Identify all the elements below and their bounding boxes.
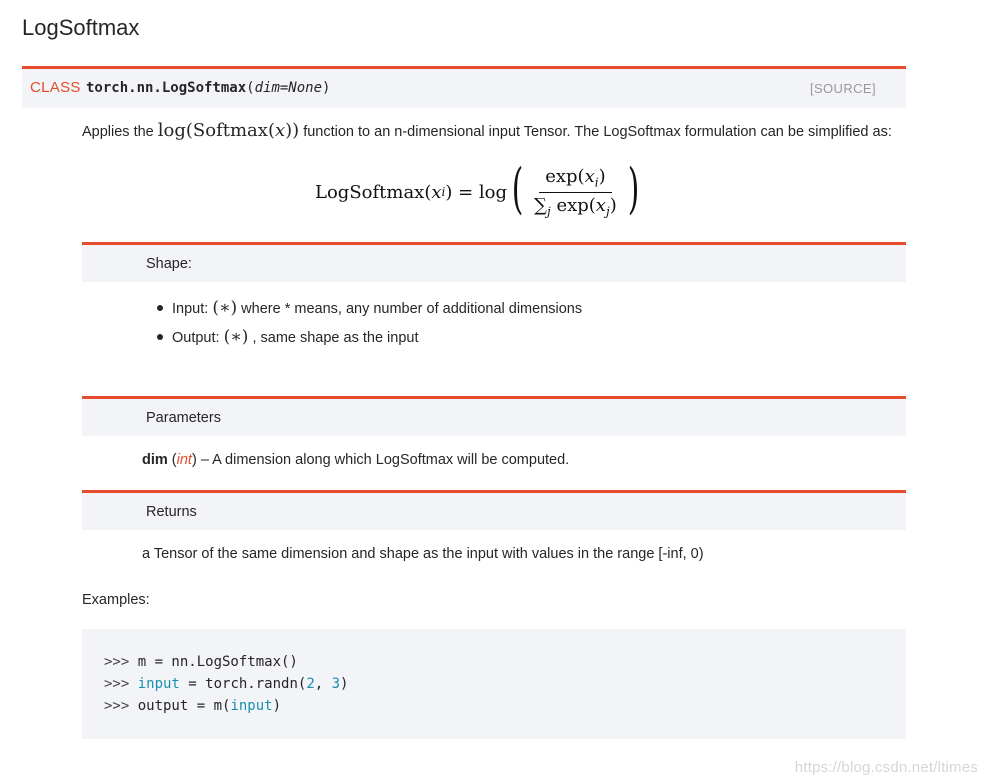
examples-label: Examples: [82,592,150,608]
param-type-link[interactable]: int [177,452,192,468]
formula-fraction: exp(xi) ∑j exp(xj) [530,166,621,218]
page-title: LogSoftmax [22,15,140,40]
formula: LogSoftmax(x i) = log ( exp(xi) ∑j exp(xj… [315,160,644,224]
code-line: >>> output = m(input) [104,698,282,714]
class-signature: torch.nn.LogSoftmax(dim=None) [86,80,330,96]
math-star: (∗) [212,298,238,318]
param-name: dim [142,452,168,468]
open-paren: ( [246,80,255,96]
returns-section-header: Returns [82,490,906,530]
class-param: dim=None [254,80,323,96]
math-star: (∗) [223,327,249,347]
list-item: Input: (∗) where * means, any number of … [157,296,582,325]
description-before: Applies the [82,124,158,140]
parameters-header-label: Parameters [146,410,221,426]
math-close: )) [285,120,300,141]
formula-denominator: ∑j exp(xj) [534,194,617,219]
description: Applies the log(Softmax(x)) function to … [82,120,892,141]
class-label: CLASS [30,79,81,96]
shape-list: Input: (∗) where * means, any number of … [157,296,582,354]
close-paren: ) [322,80,331,96]
sum-symbol: ∑ [534,194,547,216]
description-math: log(Softmax(x)) [158,120,299,141]
returns-text: a Tensor of the same dimension and shape… [142,546,704,562]
description-after: function to an n-dimensional input Tenso… [299,124,892,140]
formula-equals: = log [452,181,508,203]
returns-header-label: Returns [146,504,197,520]
formula-lhs-close: ) [445,181,453,203]
list-item: Output: (∗) , same shape as the input [157,325,582,354]
formula-lhs-var: x [431,181,442,203]
math-var: x [274,120,286,141]
formula-numerator: exp(xi) [539,166,612,193]
formula-lhs-name: LogSoftmax( [315,181,432,203]
shape-section-header: Shape: [82,242,906,282]
shape-header-label: Shape: [146,256,192,272]
math-open: (Softmax( [185,120,275,141]
class-name: torch.nn.LogSoftmax [86,80,247,96]
formula-left-paren: ( [511,157,524,220]
code-line: >>> m = nn.LogSoftmax() [104,654,298,670]
code-block[interactable]: >>> m = nn.LogSoftmax() >>> input = torc… [82,629,906,739]
class-header: CLASS torch.nn.LogSoftmax(dim=None) [SOU… [22,66,906,108]
code-line: >>> input = torch.randn(2, 3) [104,676,349,692]
math-log: log [157,120,186,141]
parameters-section-header: Parameters [82,396,906,436]
watermark: https://blog.csdn.net/ltimes [794,759,978,776]
param-description: – A dimension along which LogSoftmax wil… [196,452,570,468]
formula-right-paren: ) [627,157,640,220]
param-line: dim (int) – A dimension along which LogS… [142,452,570,468]
source-link[interactable]: [SOURCE] [810,81,876,96]
